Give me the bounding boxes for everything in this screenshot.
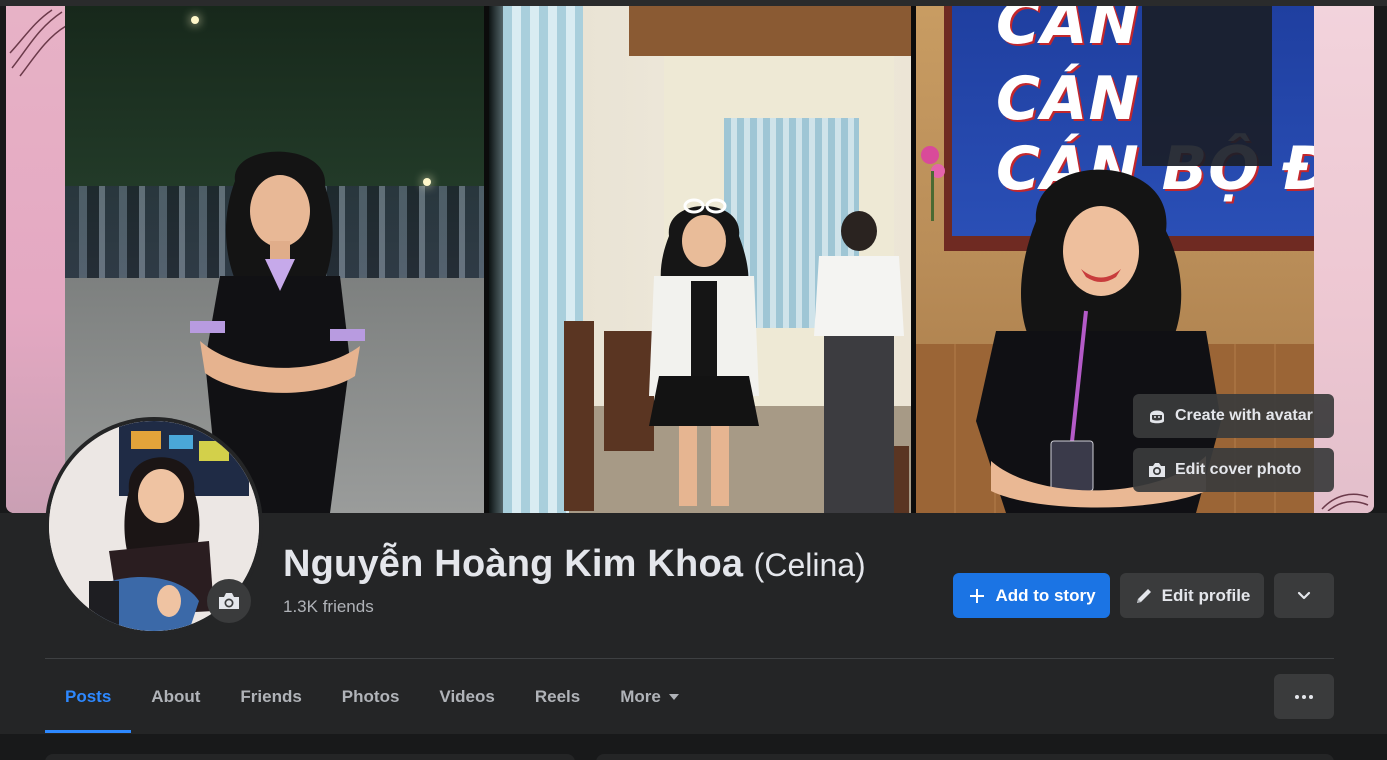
tab-posts[interactable]: Posts <box>45 660 132 733</box>
tab-about[interactable]: About <box>131 660 220 733</box>
edit-profile-label: Edit profile <box>1161 585 1251 605</box>
tab-label: Reels <box>534 686 581 706</box>
banner-text: CÁN <box>996 64 1140 134</box>
tab-reels[interactable]: Reels <box>515 660 600 733</box>
street-light <box>191 16 199 24</box>
tab-more[interactable]: More <box>600 660 699 733</box>
cover-border-left <box>6 6 66 513</box>
banner-figure <box>1142 6 1272 166</box>
person-figure <box>809 211 909 513</box>
edit-cover-photo-button[interactable]: Edit cover photo <box>1133 448 1334 492</box>
plus-icon <box>967 586 987 606</box>
tab-label: Videos <box>439 686 495 706</box>
cover-panel-indoor <box>489 6 913 513</box>
chair <box>564 321 594 511</box>
tab-photos[interactable]: Photos <box>322 660 420 733</box>
intro-card <box>45 754 575 760</box>
profile-options-dropdown[interactable] <box>1274 573 1334 618</box>
profile-alternate-name: (Celina) <box>753 547 866 583</box>
profile-tabs: Posts About Friends Photos Videos Reels … <box>45 660 699 733</box>
tab-label: More <box>620 686 661 706</box>
header-divider <box>45 658 1334 659</box>
add-to-story-label: Add to story <box>995 585 1096 605</box>
composer-card <box>596 754 1334 760</box>
profile-name-line: Nguyễn Hoàng Kim Khoa (Celina) <box>283 543 866 586</box>
tab-menu-button[interactable] <box>1274 674 1334 719</box>
edit-profile-button[interactable]: Edit profile <box>1120 573 1264 618</box>
friends-count-link[interactable]: 1.3K friends <box>283 597 374 617</box>
flower-icon <box>921 146 945 221</box>
tab-friends[interactable]: Friends <box>220 660 321 733</box>
chevron-down-icon <box>1297 591 1311 599</box>
pencil-icon <box>1134 586 1154 606</box>
caret-down-icon <box>668 693 679 700</box>
avatar-sticker-icon <box>1147 406 1167 426</box>
add-to-story-button[interactable]: Add to story <box>953 573 1110 618</box>
create-with-avatar-label: Create with avatar <box>1175 407 1313 424</box>
ellipsis-icon <box>1295 694 1313 699</box>
update-avatar-button[interactable] <box>207 579 251 623</box>
tab-label: About <box>151 686 201 706</box>
tab-videos[interactable]: Videos <box>419 660 514 733</box>
swirl-decoration-icon <box>9 9 66 77</box>
wooden-ceiling <box>629 6 913 56</box>
camera-icon <box>219 593 239 609</box>
person-figure <box>639 196 769 513</box>
tab-label: Photos <box>341 686 400 706</box>
street-light <box>423 178 431 186</box>
edit-cover-photo-label: Edit cover photo <box>1175 461 1302 478</box>
tab-label: Posts <box>65 686 112 706</box>
camera-icon <box>1147 460 1167 480</box>
tab-label: Friends <box>240 686 302 706</box>
create-with-avatar-button[interactable]: Create with avatar <box>1133 394 1334 438</box>
profile-name: Nguyễn Hoàng Kim Khoa <box>283 543 744 585</box>
banner-text: CÁN <box>996 6 1140 58</box>
